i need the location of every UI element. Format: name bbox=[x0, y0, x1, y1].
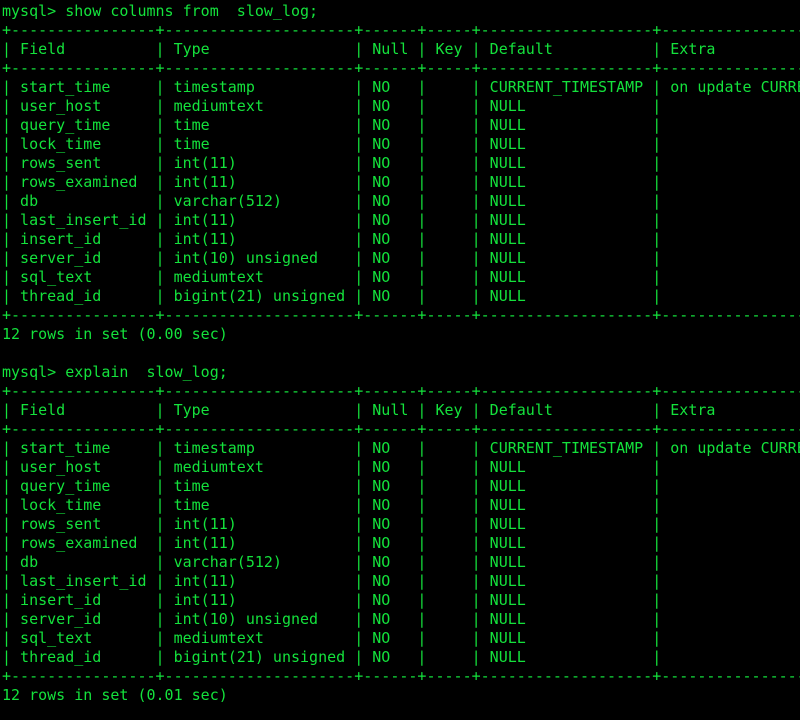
table-border: +----------------+---------------------+… bbox=[2, 21, 800, 39]
table-row: | server_id | int(10) unsigned | NO | | … bbox=[2, 610, 662, 628]
table-row: | lock_time | time | NO | | NULL | | bbox=[2, 496, 662, 514]
command-line: mysql> show columns from slow_log; bbox=[2, 2, 319, 20]
table-row: | last_insert_id | int(11) | NO | | NULL… bbox=[2, 572, 662, 590]
table-row: | insert_id | int(11) | NO | | NULL | | bbox=[2, 591, 662, 609]
table-row: | rows_examined | int(11) | NO | | NULL … bbox=[2, 534, 662, 552]
result-summary: 12 rows in set (0.00 sec) bbox=[2, 325, 228, 343]
table-row: | thread_id | bigint(21) unsigned | NO |… bbox=[2, 648, 662, 666]
table-row: | rows_examined | int(11) | NO | | NULL … bbox=[2, 173, 662, 191]
table-border: +----------------+---------------------+… bbox=[2, 59, 800, 77]
table-row: | query_time | time | NO | | NULL | | bbox=[2, 116, 662, 134]
table-header: | Field | Type | Null | Key | Default | … bbox=[2, 40, 716, 58]
table-row: | last_insert_id | int(11) | NO | | NULL… bbox=[2, 211, 662, 229]
table-row: | query_time | time | NO | | NULL | | bbox=[2, 477, 662, 495]
table-border: +----------------+---------------------+… bbox=[2, 382, 800, 400]
table-row: | user_host | mediumtext | NO | | NULL |… bbox=[2, 97, 662, 115]
table-row: | db | varchar(512) | NO | | NULL | | bbox=[2, 553, 662, 571]
table-row: | start_time | timestamp | NO | | CURREN… bbox=[2, 78, 800, 96]
terminal-window[interactable]: mysql> show columns from slow_log; +-----… bbox=[0, 0, 800, 720]
table-row: | sql_text | mediumtext | NO | | NULL | … bbox=[2, 268, 662, 286]
table-row: | start_time | timestamp | NO | | CURREN… bbox=[2, 439, 800, 457]
command-line: mysql> explain slow_log; bbox=[2, 363, 228, 381]
table-row: | db | varchar(512) | NO | | NULL | | bbox=[2, 192, 662, 210]
table-border: +----------------+---------------------+… bbox=[2, 420, 800, 438]
table-row: | user_host | mediumtext | NO | | NULL |… bbox=[2, 458, 662, 476]
table-row: | insert_id | int(11) | NO | | NULL | | bbox=[2, 230, 662, 248]
table-border: +----------------+---------------------+… bbox=[2, 306, 800, 324]
result-summary: 12 rows in set (0.01 sec) bbox=[2, 686, 228, 704]
terminal-output: mysql> show columns from slow_log; +-----… bbox=[2, 2, 800, 705]
table-border: +----------------+---------------------+… bbox=[2, 667, 800, 685]
table-row: | lock_time | time | NO | | NULL | | bbox=[2, 135, 662, 153]
table-row: | thread_id | bigint(21) unsigned | NO |… bbox=[2, 287, 662, 305]
table-row: | sql_text | mediumtext | NO | | NULL | … bbox=[2, 629, 662, 647]
table-header: | Field | Type | Null | Key | Default | … bbox=[2, 401, 716, 419]
table-row: | rows_sent | int(11) | NO | | NULL | | bbox=[2, 154, 662, 172]
table-row: | server_id | int(10) unsigned | NO | | … bbox=[2, 249, 662, 267]
table-row: | rows_sent | int(11) | NO | | NULL | | bbox=[2, 515, 662, 533]
